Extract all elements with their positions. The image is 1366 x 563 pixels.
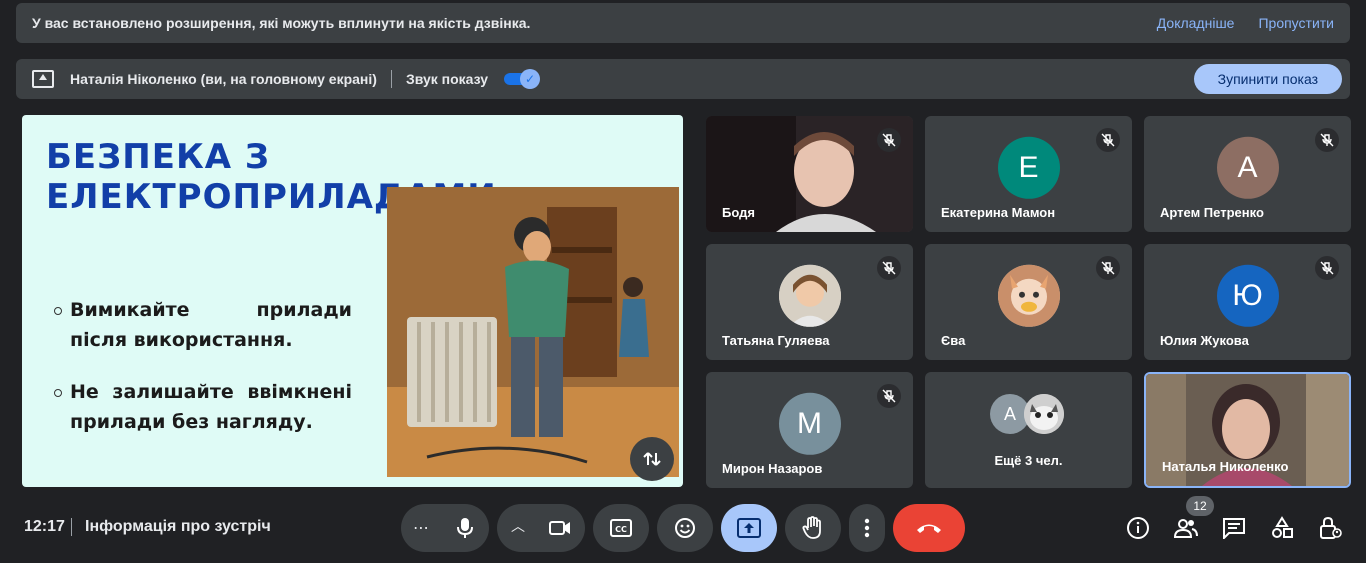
divider <box>390 70 392 88</box>
participant-tile[interactable]: Бодя <box>706 116 913 232</box>
participant-name: Бодя <box>722 205 755 220</box>
raise-hand-button[interactable] <box>785 504 841 552</box>
presentation-sound-label: Звук показу <box>405 71 489 87</box>
chat-button[interactable] <box>1220 514 1248 542</box>
slide-bullet: Вимикайте прилади після використання. <box>54 295 352 355</box>
more-participants-label: Ещё 3 чел. <box>994 453 1063 468</box>
lock-person-icon <box>1320 516 1342 539</box>
more-options-button[interactable] <box>849 504 885 552</box>
more-participants-tile[interactable]: А Ещё 3 чел. <box>925 372 1132 488</box>
presenter-label: Наталія Ніколенко (ви, на головному екра… <box>70 71 377 87</box>
info-icon <box>1127 517 1149 539</box>
avatar: А <box>1216 136 1279 199</box>
stop-presenting-button[interactable]: Зупинити показ <box>1193 64 1342 94</box>
hang-up-icon <box>917 524 941 533</box>
participant-tile[interactable]: Ю Юлия Жукова <box>1144 244 1351 360</box>
participant-tile[interactable]: Е Екатерина Мамон <box>925 116 1132 232</box>
swap-layout-button[interactable] <box>630 437 674 481</box>
presentation-sound-toggle[interactable]: ✓ <box>504 69 541 89</box>
participant-tile[interactable]: А Артем Петренко <box>1144 116 1351 232</box>
participant-tile[interactable]: Єва <box>925 244 1132 360</box>
captions-button[interactable]: CC <box>593 504 649 552</box>
mic-off-icon <box>1096 128 1120 152</box>
host-controls-button[interactable] <box>1316 514 1344 542</box>
meet-call-screen: У вас встановлено розширення, які можуть… <box>0 0 1366 563</box>
avatar <box>778 264 841 327</box>
avatar: Е <box>997 136 1060 199</box>
presentation-bar: Наталія Ніколенко (ви, на головному екра… <box>16 59 1350 99</box>
extensions-message: У вас встановлено розширення, які можуть… <box>32 15 531 31</box>
swap-arrows-icon <box>643 452 661 466</box>
slide-illustration <box>387 187 679 477</box>
meeting-info-label[interactable]: Інформація про зустріч <box>85 518 271 536</box>
avatar: Ю <box>1216 264 1279 327</box>
people-button[interactable] <box>1172 514 1200 542</box>
participant-name: Наталья Николенко <box>1162 459 1289 474</box>
activities-button[interactable] <box>1268 514 1296 542</box>
meeting-details-button[interactable] <box>1124 514 1152 542</box>
mic-off-icon <box>877 384 901 408</box>
participant-name: Юлия Жукова <box>1160 333 1249 348</box>
clock: 12:17 <box>24 518 65 535</box>
extensions-banner: У вас встановлено розширення, які можуть… <box>16 3 1350 43</box>
mic-off-icon <box>877 128 901 152</box>
emoji-icon <box>675 518 695 538</box>
avatar <box>997 264 1060 327</box>
reactions-button[interactable] <box>657 504 713 552</box>
details-link[interactable]: Докладніше <box>1157 15 1235 31</box>
camera-icon[interactable] <box>549 519 571 537</box>
avatar: М <box>778 392 841 455</box>
participant-name: Артем Петренко <box>1160 205 1264 220</box>
presented-slide: БЕЗПЕКА З ЕЛЕКТРОПРИЛАДАМИ Вимикайте при… <box>22 115 683 487</box>
skip-link[interactable]: Пропустити <box>1258 15 1334 31</box>
present-screen-icon <box>32 70 54 88</box>
participant-name: Мирон Назаров <box>722 461 823 476</box>
mic-control: ⋯ <box>401 504 489 552</box>
participant-name: Татьяна Гуляева <box>722 333 830 348</box>
hand-icon <box>802 516 821 539</box>
camera-control: ︿ <box>497 504 585 552</box>
bottom-toolbar: 12:17 Інформація про зустріч ⋯ ︿ CC 12 <box>0 496 1366 563</box>
shapes-icon <box>1272 516 1293 538</box>
more-avatars: А <box>990 394 1064 434</box>
participant-name: Єва <box>941 333 966 348</box>
check-icon: ✓ <box>520 69 541 89</box>
svg-text:CC: CC <box>615 525 627 534</box>
people-icon <box>1174 519 1198 538</box>
present-screen-icon <box>737 518 761 538</box>
self-tile[interactable]: Наталья Николенко <box>1144 372 1351 488</box>
participant-name: Екатерина Мамон <box>941 205 1056 220</box>
mic-off-icon <box>1315 256 1339 280</box>
leave-call-button[interactable] <box>893 504 965 552</box>
divider <box>71 518 72 536</box>
participant-tile[interactable]: М Мирон Назаров <box>706 372 913 488</box>
more-vertical-icon <box>864 518 870 538</box>
chat-icon <box>1223 518 1245 539</box>
people-count-badge: 12 <box>1186 496 1214 516</box>
present-now-button[interactable] <box>721 504 777 552</box>
microphone-icon[interactable] <box>455 517 475 539</box>
captions-icon: CC <box>610 519 632 537</box>
mic-off-icon <box>1315 128 1339 152</box>
avatar <box>1024 394 1064 434</box>
mic-off-icon <box>1096 256 1120 280</box>
mic-off-icon <box>877 256 901 280</box>
slide-bullet: Не залишайте ввімкнені прилади без нагля… <box>54 377 352 437</box>
chevron-up-icon[interactable]: ︿ <box>511 516 525 536</box>
participant-tile[interactable]: Татьяна Гуляева <box>706 244 913 360</box>
more-audio-options-button[interactable]: ⋯ <box>413 518 429 538</box>
slide-bullets: Вимикайте прилади після використання. Не… <box>54 295 352 459</box>
